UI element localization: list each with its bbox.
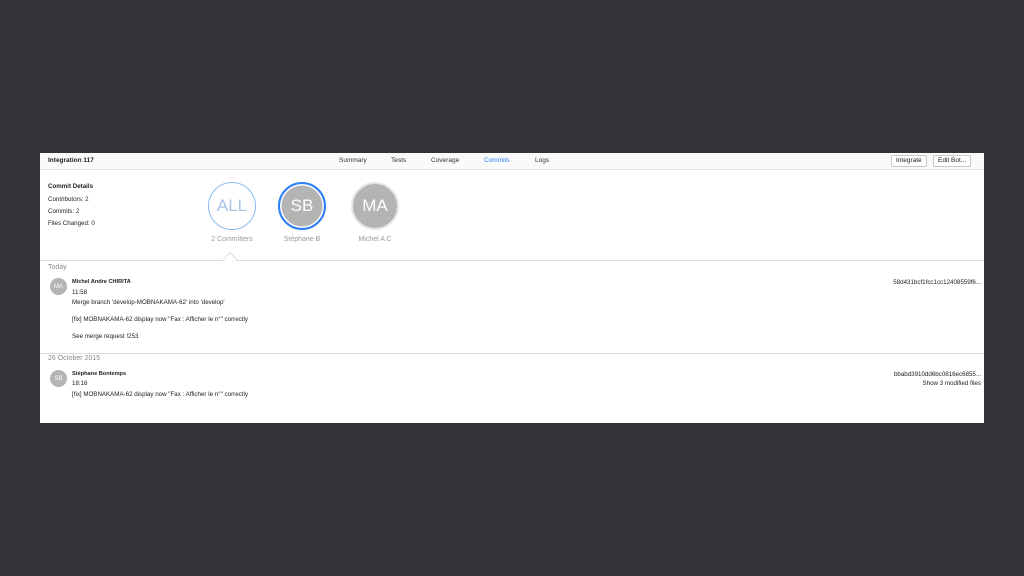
files-changed-count: Files Changed: 0 <box>48 220 95 227</box>
commit-time: 11:58 <box>72 289 88 296</box>
commits-count: Commits: 2 <box>48 208 80 215</box>
selection-pointer <box>222 251 238 267</box>
contributors-count: Contributors: 2 <box>48 196 89 203</box>
commit-author-avatar: SB <box>50 370 67 387</box>
committer-all-label: 2 Committers <box>211 236 253 243</box>
commit-details: Commit Details Contributors: 2 Commits: … <box>48 183 95 232</box>
committer-sb-label: Stéphane B <box>283 236 321 243</box>
committer-sb-avatar: SB <box>278 182 326 230</box>
section-header-today: Today <box>48 264 67 271</box>
committer-ma-avatar: MA <box>351 182 399 230</box>
section-divider <box>40 353 984 354</box>
commit-hash[interactable]: 58d431bcf1fcc1cc12408559f6... <box>893 279 981 286</box>
tab-summary[interactable]: Summary <box>339 157 367 164</box>
show-modified-files-link[interactable]: Show 3 modified files <box>923 380 981 387</box>
commit-time: 18:16 <box>72 380 88 387</box>
commit-details-title: Commit Details <box>48 183 94 190</box>
committer-ma[interactable]: MA Michel A C <box>345 182 405 243</box>
commit-author: Michel Andre CHIRITA <box>72 279 131 285</box>
edit-bot-button[interactable]: Edit Bot... <box>933 155 972 167</box>
commit-author-avatar: MA <box>50 278 67 295</box>
commit-message-line: [fix] MOBNAKAMA-62 display now "Fax : Af… <box>72 391 248 398</box>
tab-commits[interactable]: Commits <box>484 157 510 164</box>
toolbar: Integration 117 Summary Tests Coverage C… <box>40 153 984 170</box>
committers-divider <box>40 260 984 261</box>
committer-all-avatar: ALL <box>208 182 256 230</box>
committer-all[interactable]: ALL 2 Committers <box>202 182 262 243</box>
committer-sb[interactable]: SB Stéphane B <box>272 182 332 243</box>
tab-tests[interactable]: Tests <box>391 157 406 164</box>
integration-window: Integration 117 Summary Tests Coverage C… <box>40 153 984 423</box>
commit-message-line: See merge request !253 <box>72 333 139 340</box>
commit-author: Stéphane Bontemps <box>72 371 127 377</box>
tab-bar: Summary Tests Coverage Commits Logs <box>40 157 984 167</box>
commit-message-line: Merge branch 'develop-MOBNAKAMA-62' into… <box>72 299 225 306</box>
tab-logs[interactable]: Logs <box>535 157 549 164</box>
commit-message-line: [fix] MOBNAKAMA-62 display now "Fax : Af… <box>72 316 248 323</box>
tab-coverage[interactable]: Coverage <box>431 157 459 164</box>
integrate-button[interactable]: Integrate <box>891 155 927 167</box>
section-header-date: 26 October 2015 <box>48 355 101 362</box>
commit-hash[interactable]: bbabd3910dd6bc0816ec6855... <box>894 371 981 378</box>
committer-ma-label: Michel A C <box>358 236 392 243</box>
